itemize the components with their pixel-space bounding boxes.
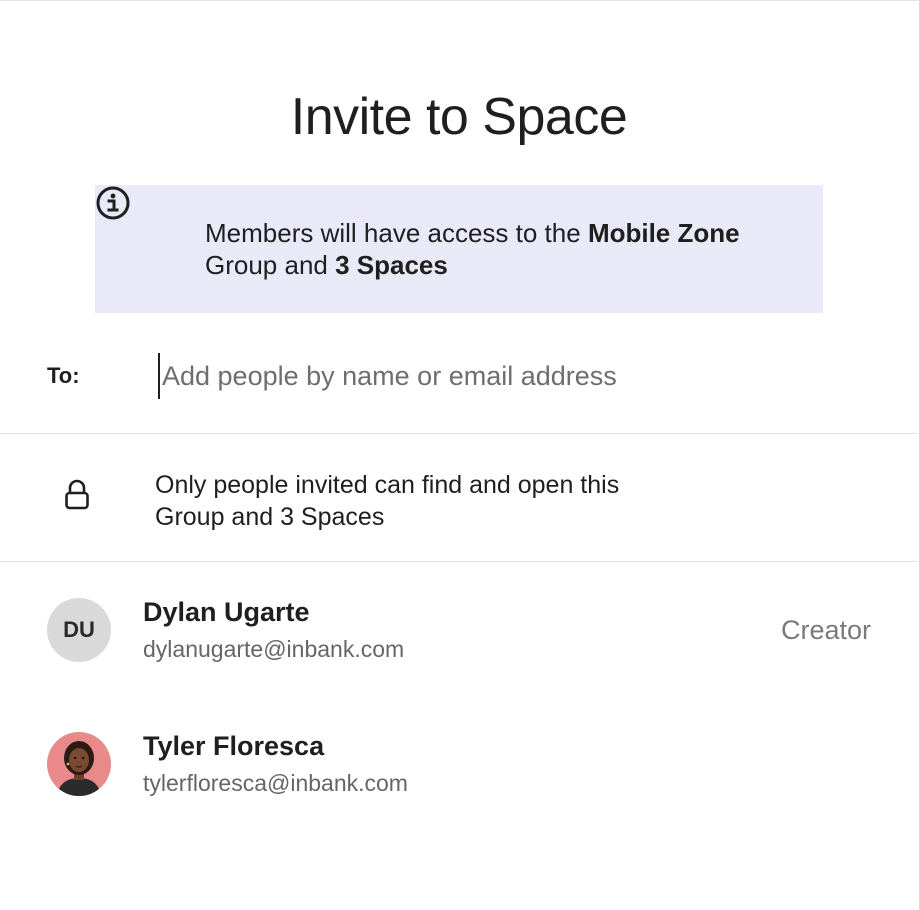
access-info-prefix: Members will have access to the bbox=[205, 218, 588, 248]
member-email: dylanugarte@inbank.com bbox=[143, 636, 405, 662]
avatar bbox=[47, 732, 111, 796]
divider bbox=[0, 561, 918, 562]
access-info-text: Members will have access to the Mobile Z… bbox=[205, 217, 805, 281]
person-photo-icon bbox=[47, 732, 111, 796]
access-info-middle: Group and bbox=[205, 250, 336, 280]
info-icon bbox=[95, 185, 131, 221]
avatar: DU bbox=[47, 598, 111, 662]
invite-dialog: Invite to Space Members will have access… bbox=[0, 0, 920, 910]
privacy-line-1: Only people invited can find and open th… bbox=[155, 471, 620, 499]
privacy-notice: Only people invited can find and open th… bbox=[155, 469, 775, 533]
member-name: Dylan Ugarte bbox=[143, 597, 310, 627]
member-email: tylerfloresca@inbank.com bbox=[143, 770, 408, 796]
lock-icon bbox=[64, 479, 90, 516]
to-label: To: bbox=[47, 363, 80, 388]
member-name: Tyler Floresca bbox=[143, 731, 325, 761]
spaces-count: 3 Spaces bbox=[335, 250, 448, 280]
dialog-title: Invite to Space bbox=[290, 88, 628, 146]
privacy-line-2: Group and 3 Spaces bbox=[155, 503, 385, 531]
invite-people-input[interactable] bbox=[158, 353, 898, 399]
group-name: Mobile Zone bbox=[587, 218, 740, 248]
divider bbox=[0, 433, 918, 434]
member-role: Creator bbox=[780, 615, 871, 645]
